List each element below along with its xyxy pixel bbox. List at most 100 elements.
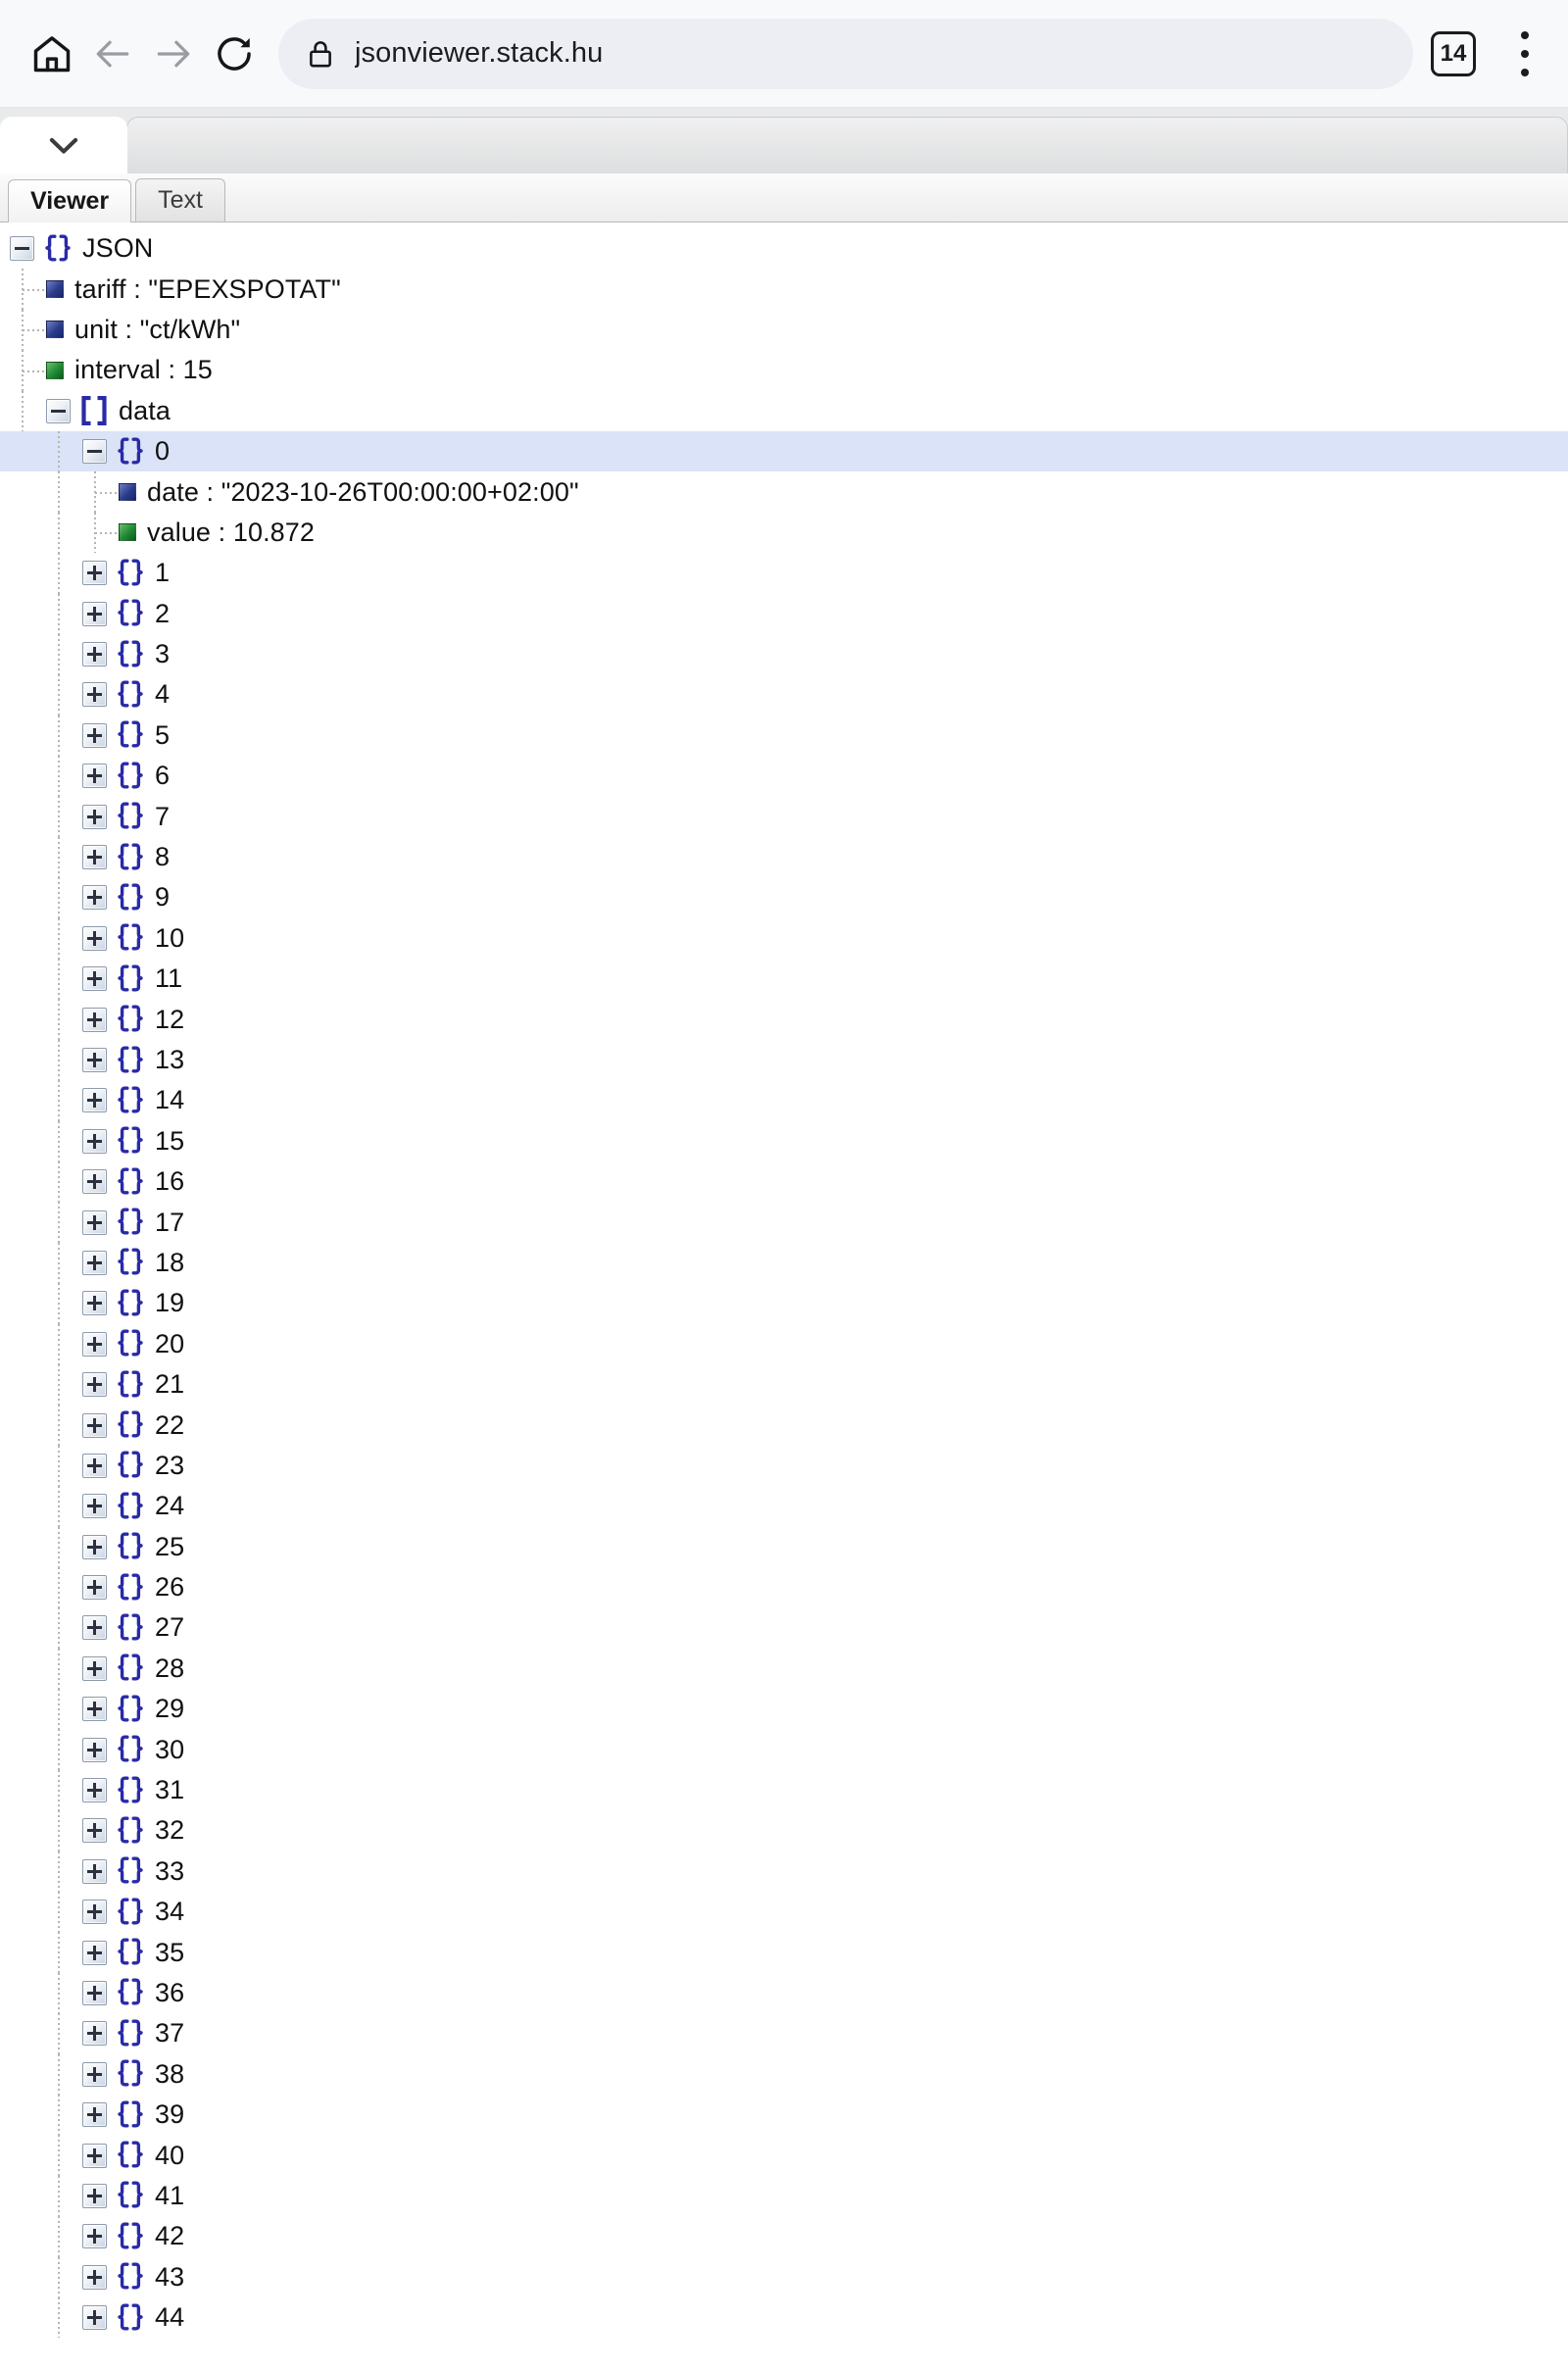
expand-node-button[interactable] <box>82 1494 107 1519</box>
tree-root-json[interactable]: JSON <box>0 228 1568 269</box>
expand-node-button[interactable] <box>82 2224 107 2249</box>
tree-item-collapsed[interactable]: 27 <box>0 1607 1568 1649</box>
tree-item-collapsed[interactable]: 13 <box>0 1039 1568 1081</box>
expand-node-button[interactable] <box>82 925 107 951</box>
tree-item-collapsed[interactable]: 36 <box>0 1972 1568 2014</box>
expand-node-button[interactable] <box>82 885 107 911</box>
tree-item-collapsed[interactable]: 4 <box>0 674 1568 716</box>
expand-node-button[interactable] <box>82 1858 107 1884</box>
tree-item-collapsed[interactable]: 25 <box>0 1526 1568 1567</box>
expand-node-button[interactable] <box>82 1412 107 1438</box>
tab-text[interactable]: Text <box>135 178 226 222</box>
tree-item-collapsed[interactable]: 43 <box>0 2256 1568 2297</box>
expand-node-button[interactable] <box>82 2021 107 2047</box>
expand-node-button[interactable] <box>82 1980 107 2005</box>
tab-count-button[interactable]: 14 <box>1431 30 1476 76</box>
expand-node-button[interactable] <box>82 1169 107 1195</box>
tree-property-row[interactable]: interval : 15 <box>0 350 1568 391</box>
tree-item-collapsed[interactable]: 18 <box>0 1242 1568 1284</box>
expand-node-button[interactable] <box>82 1453 107 1478</box>
tree-item-collapsed[interactable]: 32 <box>0 1810 1568 1851</box>
expand-node-button[interactable] <box>82 1372 107 1398</box>
expand-node-button[interactable] <box>82 2102 107 2128</box>
expand-node-button[interactable] <box>82 1697 107 1722</box>
expand-node-button[interactable] <box>82 561 107 586</box>
tree-item-collapsed[interactable]: 2 <box>0 593 1568 634</box>
back-button[interactable] <box>82 24 143 84</box>
tree-item-collapsed[interactable]: 40 <box>0 2135 1568 2176</box>
browser-tab-active[interactable] <box>0 117 127 173</box>
expand-node-button[interactable] <box>82 966 107 992</box>
expand-node-button[interactable] <box>82 1615 107 1641</box>
expand-node-button[interactable] <box>82 1007 107 1032</box>
tree-item-collapsed[interactable]: 35 <box>0 1932 1568 1973</box>
expand-node-button[interactable] <box>82 1900 107 1925</box>
tree-item-collapsed[interactable]: 41 <box>0 2175 1568 2217</box>
tab-viewer[interactable]: Viewer <box>8 179 132 222</box>
tree-item-collapsed[interactable]: 42 <box>0 2216 1568 2257</box>
expand-node-button[interactable] <box>82 722 107 748</box>
expand-node-button[interactable] <box>82 601 107 626</box>
collapse-node-button[interactable] <box>10 236 34 262</box>
expand-node-button[interactable] <box>82 1940 107 1965</box>
tree-item-collapsed[interactable]: 44 <box>0 2296 1568 2339</box>
browser-tab-inactive[interactable] <box>126 117 1568 173</box>
expand-node-button[interactable] <box>82 764 107 789</box>
tree-item-0-selected[interactable]: 0 <box>0 430 1568 472</box>
expand-node-button[interactable] <box>82 2183 107 2208</box>
expand-node-button[interactable] <box>82 2143 107 2168</box>
expand-node-button[interactable] <box>82 1291 107 1316</box>
expand-node-button[interactable] <box>82 2305 107 2331</box>
tree-item-collapsed[interactable]: 39 <box>0 2094 1568 2136</box>
tree-item-collapsed[interactable]: 7 <box>0 796 1568 837</box>
tree-item-collapsed[interactable]: 19 <box>0 1283 1568 1324</box>
tree-item-collapsed[interactable]: 21 <box>0 1363 1568 1406</box>
tree-item-collapsed[interactable]: 23 <box>0 1445 1568 1487</box>
expand-node-button[interactable] <box>82 2061 107 2087</box>
collapse-node-button[interactable] <box>46 398 71 423</box>
expand-node-button[interactable] <box>82 845 107 870</box>
browser-menu-button[interactable] <box>1503 26 1546 81</box>
collapse-node-button[interactable] <box>82 439 107 465</box>
tree-item-collapsed[interactable]: 9 <box>0 877 1568 918</box>
tree-item-collapsed[interactable]: 12 <box>0 999 1568 1040</box>
expand-node-button[interactable] <box>82 1250 107 1275</box>
tree-item-collapsed[interactable]: 17 <box>0 1202 1568 1243</box>
tree-item-collapsed[interactable]: 30 <box>0 1729 1568 1770</box>
tree-item-collapsed[interactable]: 8 <box>0 836 1568 878</box>
tree-item-collapsed[interactable]: 11 <box>0 959 1568 1000</box>
tree-item-collapsed[interactable]: 37 <box>0 2013 1568 2054</box>
tree-item-collapsed[interactable]: 38 <box>0 2053 1568 2095</box>
tree-item-collapsed[interactable]: 34 <box>0 1892 1568 1933</box>
tree-item-collapsed[interactable]: 33 <box>0 1851 1568 1893</box>
tree-item-collapsed[interactable]: 10 <box>0 917 1568 960</box>
expand-node-button[interactable] <box>82 642 107 667</box>
home-button[interactable] <box>22 24 82 84</box>
expand-node-button[interactable] <box>82 804 107 829</box>
expand-node-button[interactable] <box>82 1088 107 1113</box>
tree-item-collapsed[interactable]: 22 <box>0 1405 1568 1446</box>
tree-property-row[interactable]: unit : "ct/kWh" <box>0 309 1568 351</box>
tree-item-collapsed[interactable]: 3 <box>0 633 1568 675</box>
tree-item-0-child-row[interactable]: value : 10.872 <box>0 512 1568 554</box>
expand-node-button[interactable] <box>82 1778 107 1803</box>
tree-item-collapsed[interactable]: 20 <box>0 1323 1568 1364</box>
expand-node-button[interactable] <box>82 1655 107 1681</box>
expand-node-button[interactable] <box>82 1048 107 1072</box>
expand-node-button[interactable] <box>82 1534 107 1559</box>
expand-node-button[interactable] <box>82 1209 107 1235</box>
tree-item-collapsed[interactable]: 1 <box>0 553 1568 594</box>
tree-item-collapsed[interactable]: 5 <box>0 715 1568 757</box>
reload-button[interactable] <box>204 24 265 84</box>
tree-item-collapsed[interactable]: 31 <box>0 1769 1568 1811</box>
tree-item-collapsed[interactable]: 15 <box>0 1120 1568 1161</box>
tree-item-collapsed[interactable]: 28 <box>0 1648 1568 1690</box>
address-bar[interactable]: jsonviewer.stack.hu <box>278 18 1413 89</box>
expand-node-button[interactable] <box>82 1575 107 1601</box>
expand-node-button[interactable] <box>82 2264 107 2290</box>
tree-node-data[interactable]: data <box>0 390 1568 431</box>
expand-node-button[interactable] <box>82 1737 107 1762</box>
tree-item-0-child-row[interactable]: date : "2023-10-26T00:00:00+02:00" <box>0 471 1568 513</box>
tree-property-row[interactable]: tariff : "EPEXSPOTAT" <box>0 269 1568 310</box>
expand-node-button[interactable] <box>82 682 107 708</box>
